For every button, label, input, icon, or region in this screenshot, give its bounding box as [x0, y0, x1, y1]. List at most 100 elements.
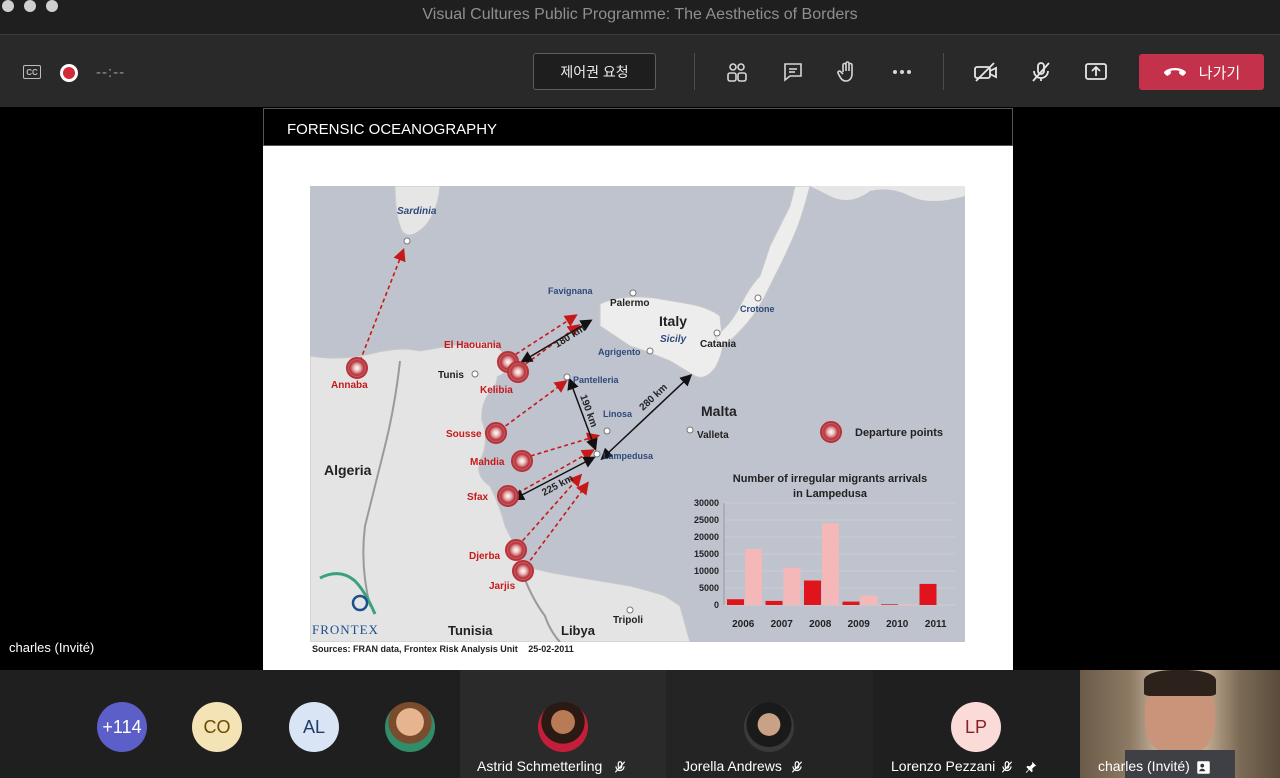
captions-icon[interactable]: CC: [23, 65, 41, 79]
chat-button[interactable]: [780, 59, 806, 85]
y-tick-label: 5000: [699, 583, 719, 593]
slide-title: FORENSIC OCEANOGRAPHY: [287, 121, 498, 138]
chart-title-line1: Number of irregular migrants arrivals: [733, 473, 927, 485]
participant-avatar-co[interactable]: CO: [192, 702, 242, 752]
label-sicily: Sicily: [660, 334, 687, 345]
pin-icon: [1025, 761, 1037, 773]
share-icon: [1085, 63, 1107, 80]
muted-mic-icon: [614, 761, 626, 773]
more-participants-button[interactable]: +114: [97, 702, 147, 752]
hang-up-icon: [1163, 68, 1186, 76]
camera-toggle-button[interactable]: [972, 59, 1000, 85]
label-tripoli: Tripoli: [613, 615, 643, 626]
label-annaba: Annaba: [331, 380, 368, 391]
label-pantelleria: Pantelleria: [573, 375, 620, 385]
label-sfax: Sfax: [467, 492, 489, 503]
bar-tunisia-2007: [765, 600, 783, 605]
y-tick-label: 0: [714, 600, 719, 610]
mic-off-icon: [1032, 62, 1050, 82]
x-tick-label: 2008: [809, 619, 832, 630]
label-palermo: Palermo: [610, 298, 649, 309]
label-djerba: Djerba: [469, 551, 501, 562]
bar-tunisia-2010: [881, 604, 898, 605]
participant-avatar-lp: LP: [951, 702, 1001, 752]
chart-title-line2: in Lampedusa: [793, 488, 868, 500]
bar-other-2006: [745, 548, 762, 605]
label-catania: Catania: [700, 339, 737, 350]
legend-departure-points: Departure points: [855, 427, 943, 439]
video-tile-self[interactable]: charles (Invité): [1080, 670, 1280, 778]
muted-mic-icon: [1001, 761, 1013, 773]
x-tick-label: 2011: [925, 619, 947, 630]
x-tick-label: 2006: [732, 619, 755, 630]
label-agrigento: Agrigento: [598, 347, 641, 357]
label-linosa: Linosa: [603, 409, 633, 419]
recording-icon: [60, 64, 78, 82]
label-valleta: Valleta: [697, 430, 729, 441]
title-bar: Visual Cultures Public Programme: The Ae…: [0, 0, 1280, 34]
bar-tunisia-2009: [842, 601, 860, 605]
presentation-slide: FORENSIC OCEANOGRAPHY Sardinia Favignana…: [263, 108, 1013, 670]
y-tick-label: 30000: [694, 498, 719, 508]
source-note: Sources: FRAN data, Frontex Risk Analysi…: [312, 644, 574, 654]
label-jarjis: Jarjis: [489, 581, 516, 592]
bar-other-2008: [822, 523, 839, 605]
label-sardinia: Sardinia: [397, 206, 437, 217]
bar-tunisia-2006: [727, 599, 744, 605]
label-tunis: Tunis: [438, 370, 464, 381]
participant-avatar-al[interactable]: AL: [289, 702, 339, 752]
mic-toggle-button[interactable]: [1028, 59, 1054, 85]
participant-name: Lorenzo Pezzani: [891, 758, 996, 774]
label-tunisia: Tunisia: [448, 623, 493, 638]
bar-other-2010: [899, 603, 916, 605]
chat-icon: [784, 63, 802, 82]
y-tick-label: 10000: [694, 566, 719, 576]
label-kelibia: Kelibia: [480, 385, 513, 396]
participants-button[interactable]: [724, 59, 750, 85]
bar-tunisia-2011: [919, 583, 937, 605]
label-lampedusa: Lampedusa: [603, 451, 654, 461]
participant-name: charles (Invité): [1098, 758, 1190, 774]
meeting-toolbar: CC --:-- 제어권 요청 나가기: [0, 34, 1280, 107]
y-tick-label: 25000: [694, 515, 719, 525]
self-video-hair: [1144, 670, 1216, 696]
source-text: Sources: FRAN data, Frontex Risk Analysi…: [312, 644, 518, 654]
participant-name: Jorella Andrews: [683, 758, 782, 774]
label-italy: Italy: [659, 313, 687, 329]
raise-hand-button[interactable]: [834, 59, 860, 85]
more-icon: [893, 70, 911, 74]
bar-other-2009: [860, 595, 878, 605]
video-tile-jorella[interactable]: Jorella Andrews: [666, 670, 873, 778]
y-tick-label: 20000: [694, 532, 719, 542]
person-remove-icon: [1197, 761, 1210, 774]
label-crotone: Crotone: [740, 304, 775, 314]
participant-name: Astrid Schmetterling: [477, 758, 603, 774]
label-el-haouania: El Haouania: [444, 340, 502, 351]
share-screen-button[interactable]: [1083, 59, 1109, 85]
window-title: Visual Cultures Public Programme: The Ae…: [422, 6, 858, 23]
video-tile-astrid[interactable]: Astrid Schmetterling: [460, 670, 666, 778]
label-sousse: Sousse: [446, 429, 482, 440]
frontex-logo-text: FRONTEX: [312, 622, 379, 637]
request-control-button[interactable]: 제어권 요청: [533, 53, 656, 90]
people-icon: [727, 63, 747, 82]
source-date: 25-02-2011: [528, 644, 574, 654]
label-libya: Libya: [561, 623, 596, 638]
toolbar-divider: [943, 53, 944, 90]
x-tick-label: 2009: [848, 619, 871, 630]
frontex-map: Sardinia Favignana Palermo Italy Sicily …: [310, 186, 965, 642]
more-options-button[interactable]: [889, 59, 915, 85]
shared-screen-stage: FORENSIC OCEANOGRAPHY Sardinia Favignana…: [0, 107, 1280, 670]
camera-off-icon: [974, 62, 997, 82]
video-tile-lorenzo[interactable]: LP Lorenzo Pezzani: [873, 670, 1080, 778]
bar-other-2007: [783, 567, 801, 605]
hand-icon: [837, 61, 853, 82]
leave-label: 나가기: [1198, 64, 1241, 82]
slide-header: FORENSIC OCEANOGRAPHY: [263, 108, 1013, 146]
presenter-label: charles (Invité): [9, 640, 95, 655]
label-favignana: Favignana: [548, 286, 594, 296]
label-malta: Malta: [701, 403, 737, 419]
x-tick-label: 2007: [771, 619, 794, 630]
leave-button[interactable]: 나가기: [1139, 54, 1264, 90]
participant-avatar-photo[interactable]: [385, 702, 435, 752]
